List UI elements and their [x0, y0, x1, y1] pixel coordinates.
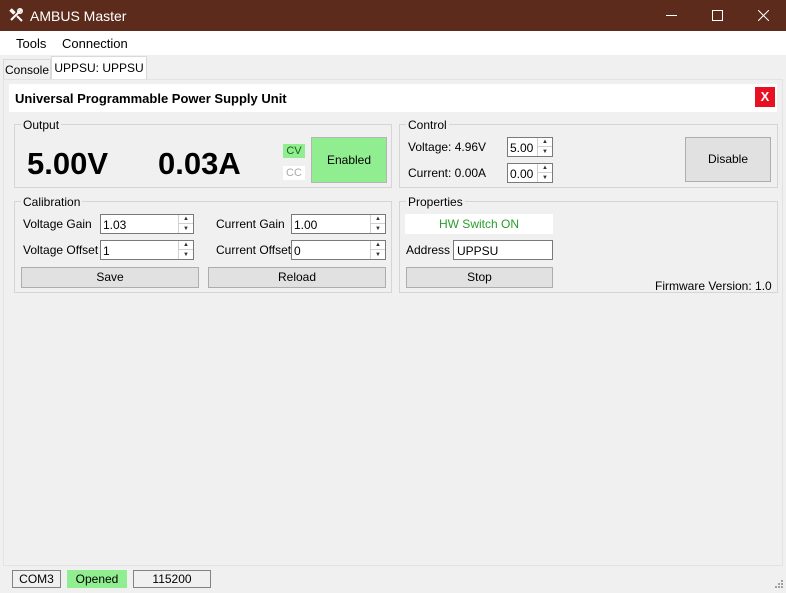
control-group-label: Control	[406, 118, 449, 132]
resize-grip-icon[interactable]	[772, 579, 784, 593]
port-status: COM3	[12, 570, 61, 588]
voltage-offset-value: 1	[103, 244, 110, 258]
current-offset-stepper[interactable]: 0 ▲ ▼	[291, 240, 386, 260]
device-header: Universal Programmable Power Supply Unit…	[9, 84, 777, 112]
current-gain-label: Current Gain	[216, 217, 285, 231]
spin-up-icon[interactable]: ▲	[179, 215, 193, 224]
spin-up-icon[interactable]: ▲	[538, 164, 552, 173]
cc-indicator: CC	[283, 166, 305, 180]
maximize-button[interactable]	[694, 0, 740, 31]
stepper-arrows: ▲ ▼	[178, 241, 193, 259]
address-field[interactable]: UPPSU	[453, 240, 553, 260]
spin-down-icon[interactable]: ▼	[538, 173, 552, 182]
stepper-arrows: ▲ ▼	[370, 215, 385, 233]
spin-up-icon[interactable]: ▲	[371, 215, 385, 224]
tab-console[interactable]: Console	[3, 59, 51, 79]
menu-connection[interactable]: Connection	[62, 36, 128, 51]
close-device-button[interactable]: X	[755, 87, 775, 107]
reload-button[interactable]: Reload	[208, 267, 386, 288]
spin-down-icon[interactable]: ▼	[179, 250, 193, 259]
firmware-version: Firmware Version: 1.0	[655, 279, 772, 293]
tools-icon	[8, 7, 24, 23]
spin-up-icon[interactable]: ▲	[538, 138, 552, 147]
spin-up-icon[interactable]: ▲	[371, 241, 385, 250]
device-title: Universal Programmable Power Supply Unit	[15, 91, 287, 106]
spin-down-icon[interactable]: ▼	[179, 224, 193, 233]
maximize-icon	[711, 10, 723, 21]
minimize-icon	[665, 10, 677, 21]
status-bar: COM3 Opened 115200	[0, 566, 786, 593]
current-gain-stepper[interactable]: 1.00 ▲ ▼	[291, 214, 386, 234]
close-icon	[757, 10, 769, 21]
current-offset-value: 0	[294, 244, 301, 258]
stepper-arrows: ▲ ▼	[537, 164, 552, 182]
menu-tools[interactable]: Tools	[16, 36, 46, 51]
stepper-arrows: ▲ ▼	[178, 215, 193, 233]
save-button[interactable]: Save	[21, 267, 199, 288]
disable-button[interactable]: Disable	[685, 137, 771, 182]
output-group-label: Output	[21, 118, 62, 132]
spin-up-icon[interactable]: ▲	[179, 241, 193, 250]
address-label: Address	[406, 243, 451, 257]
minimize-button[interactable]	[648, 0, 694, 31]
control-voltage-readout: Voltage: 4.96V	[408, 140, 487, 154]
voltage-gain-label: Voltage Gain	[23, 217, 92, 231]
voltage-offset-stepper[interactable]: 1 ▲ ▼	[100, 240, 194, 260]
connection-status: Opened	[67, 570, 127, 588]
current-offset-label: Current Offset	[216, 243, 292, 257]
tab-strip: Console UPPSU: UPPSU	[0, 55, 786, 80]
voltage-gain-value: 1.03	[103, 218, 127, 232]
baud-rate-status: 115200	[133, 570, 211, 588]
voltage-setpoint-value: 5.00	[510, 141, 534, 155]
spin-down-icon[interactable]: ▼	[371, 250, 385, 259]
calibration-group-label: Calibration	[21, 195, 83, 209]
spin-down-icon[interactable]: ▼	[538, 147, 552, 156]
current-setpoint-stepper[interactable]: 0.00 ▲ ▼	[507, 163, 553, 183]
voltage-gain-stepper[interactable]: 1.03 ▲ ▼	[100, 214, 194, 234]
spin-down-icon[interactable]: ▼	[371, 224, 385, 233]
control-current-readout: Current: 0.00A	[408, 166, 487, 180]
enabled-status: Enabled	[311, 137, 387, 183]
title-bar: AMBUS Master	[0, 0, 786, 31]
stop-button[interactable]: Stop	[406, 267, 553, 288]
current-setpoint-value: 0.00	[510, 167, 534, 181]
tab-uppsu[interactable]: UPPSU: UPPSU	[51, 56, 147, 80]
properties-group-label: Properties	[406, 195, 465, 209]
output-current: 0.03A	[158, 146, 241, 181]
stepper-arrows: ▲ ▼	[537, 138, 552, 156]
menu-bar: Tools Connection	[0, 31, 786, 55]
voltage-offset-label: Voltage Offset	[23, 243, 99, 257]
window-title: AMBUS Master	[30, 8, 127, 24]
current-gain-value: 1.00	[294, 218, 318, 232]
stepper-arrows: ▲ ▼	[370, 241, 385, 259]
cv-indicator: CV	[283, 144, 305, 158]
hw-switch-status: HW Switch ON	[405, 214, 553, 234]
voltage-setpoint-stepper[interactable]: 5.00 ▲ ▼	[507, 137, 553, 157]
close-window-button[interactable]	[740, 0, 786, 31]
output-voltage: 5.00V	[27, 146, 109, 181]
